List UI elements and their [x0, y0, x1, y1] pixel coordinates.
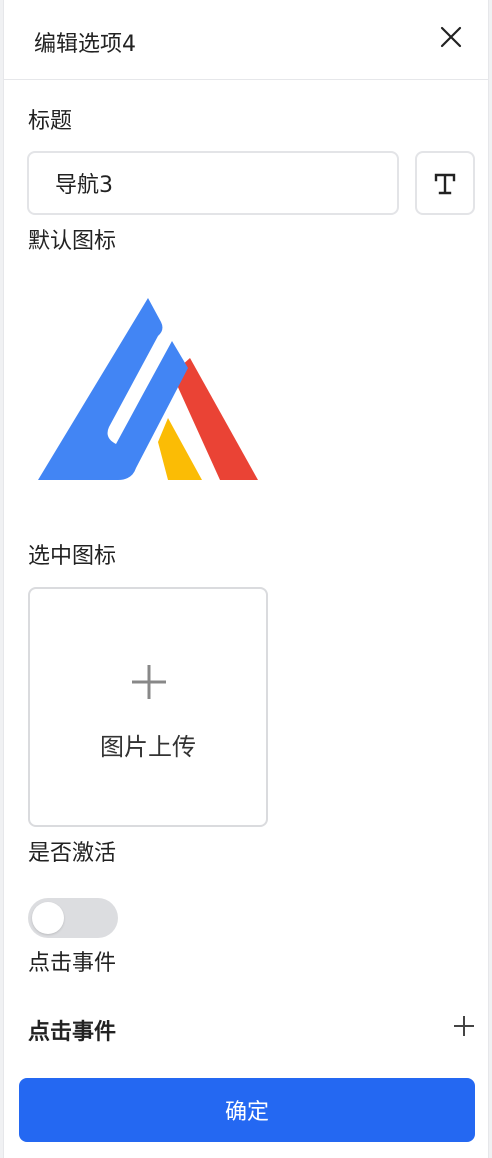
- image-upload-box[interactable]: 图片上传: [28, 587, 268, 827]
- text-format-button[interactable]: [415, 151, 475, 215]
- title-input[interactable]: [27, 151, 399, 215]
- active-label: 是否激活: [28, 841, 117, 866]
- close-button[interactable]: [438, 24, 464, 50]
- close-icon: [440, 26, 462, 48]
- default-icon-label: 默认图标: [28, 229, 117, 254]
- title-label: 标题: [28, 109, 73, 134]
- dialog-title: 编辑选项4: [34, 32, 136, 57]
- add-event-button[interactable]: [451, 1013, 477, 1039]
- dialog-header: 编辑选项4: [4, 0, 488, 80]
- plus-icon: [454, 1016, 474, 1036]
- click-event-label: 点击事件: [28, 951, 117, 976]
- edit-option-panel: 编辑选项4 标题 默认图标 选中图标 图片上传 是否激活: [3, 0, 489, 1158]
- upload-text: 图片上传: [100, 733, 196, 761]
- confirm-button[interactable]: 确定: [19, 1078, 475, 1142]
- default-icon-image: [38, 298, 258, 480]
- active-toggle[interactable]: [28, 898, 118, 938]
- selected-icon-label: 选中图标: [28, 544, 117, 569]
- text-format-icon: [434, 173, 456, 195]
- plus-icon: [132, 665, 166, 699]
- toggle-knob: [32, 902, 64, 934]
- click-event-heading: 点击事件: [28, 1020, 117, 1045]
